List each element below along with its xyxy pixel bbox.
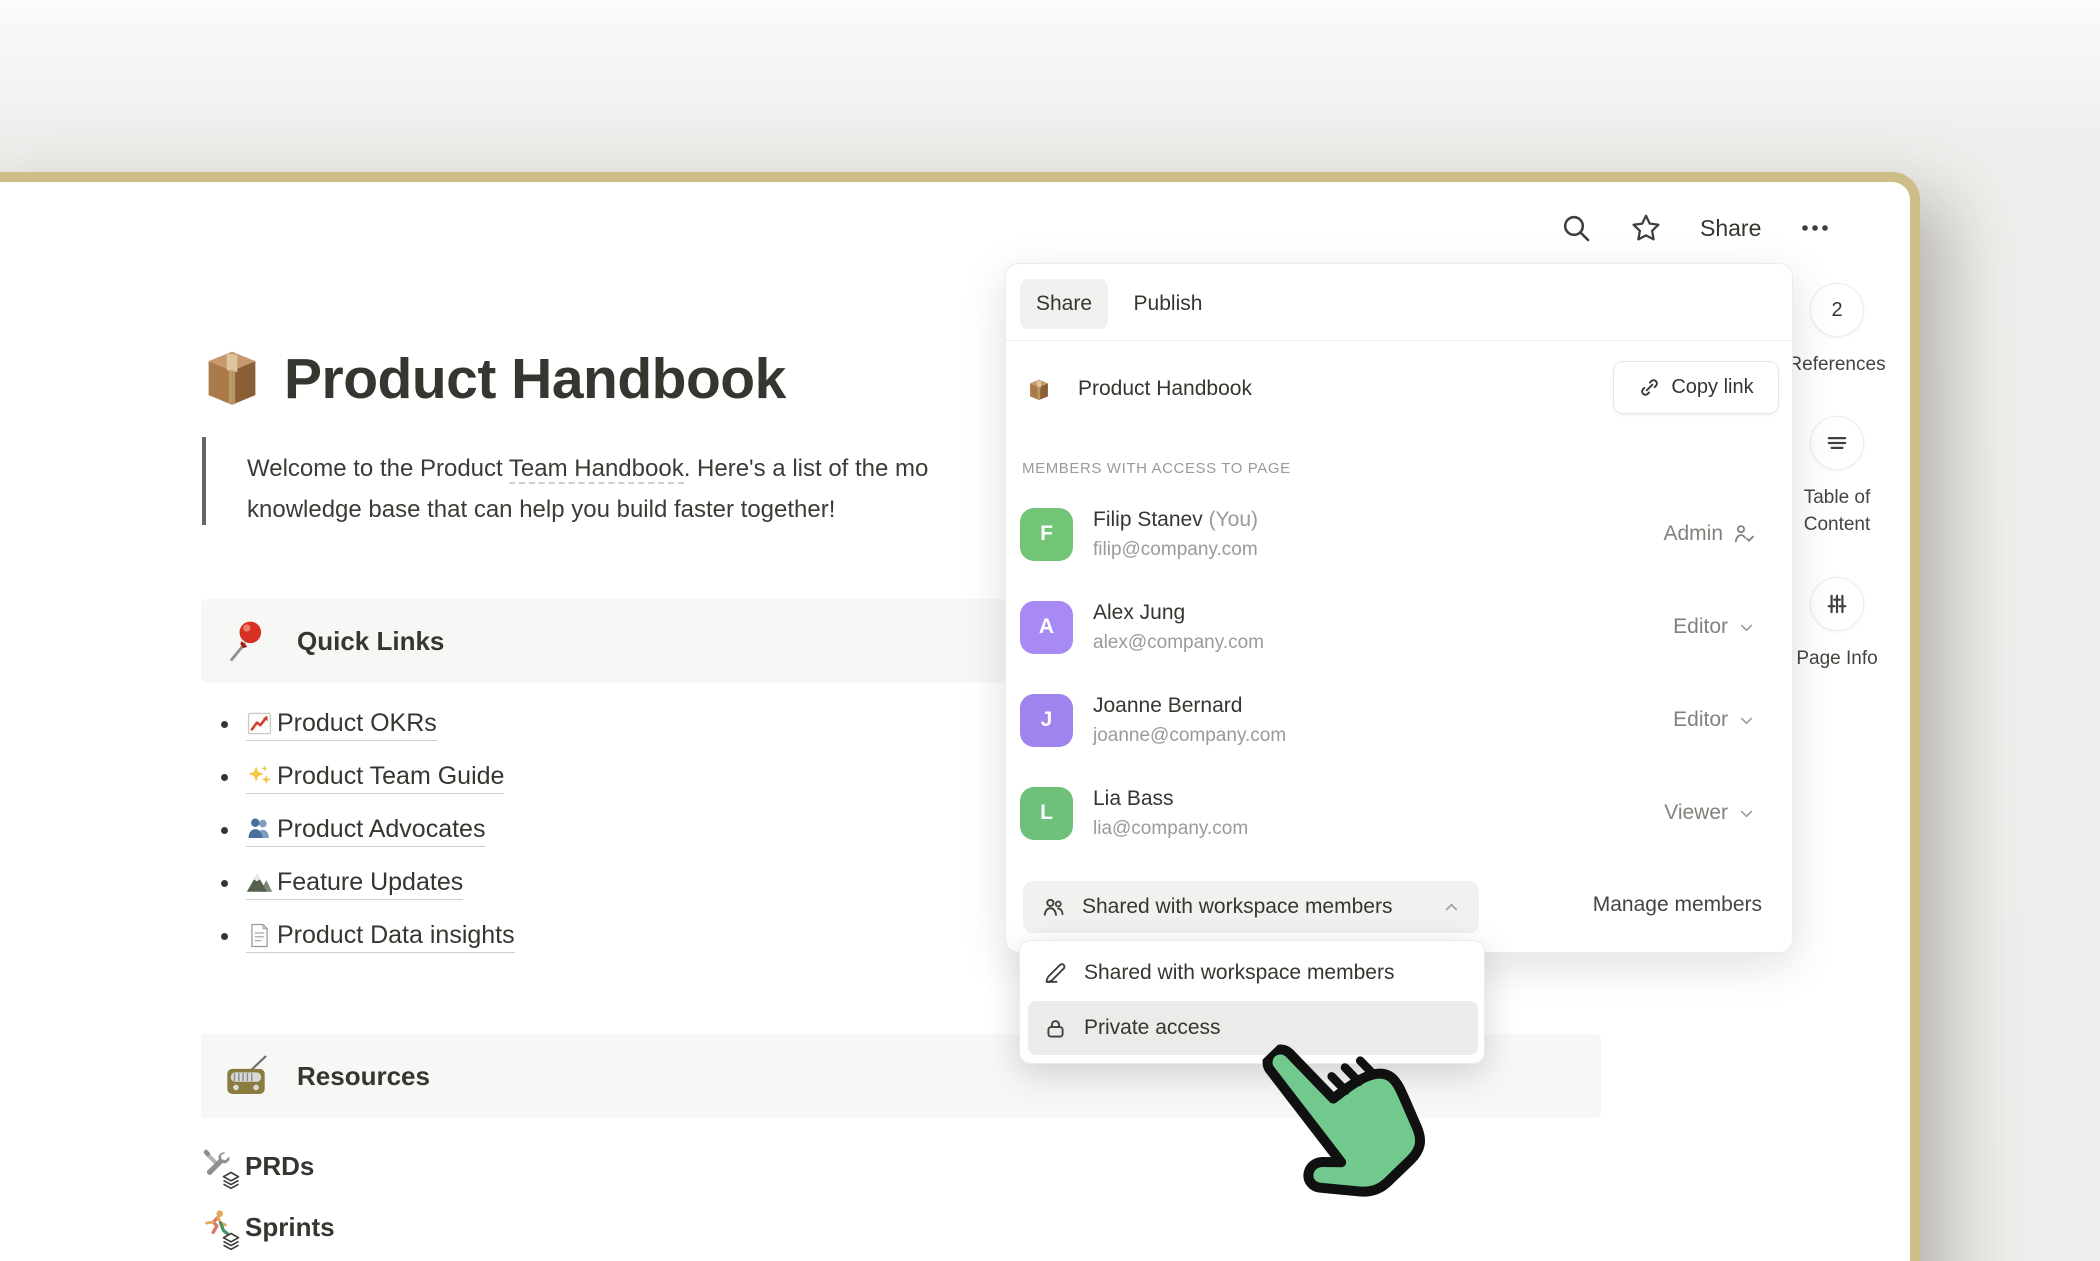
layers-badge-icon [221,1231,241,1251]
dialog-page-name: Product Handbook [1078,377,1252,401]
lock-icon [1043,1016,1068,1041]
copy-link-button[interactable]: Copy link [1613,361,1779,414]
list-item: Product Team Guide [201,751,515,804]
package-emoji [198,341,266,411]
member-name: Alex Jung [1093,601,1673,625]
dialog-page-row: Product Handbook [1026,376,1252,402]
avatar: F [1020,508,1073,561]
list-item: Feature Updates [201,857,515,910]
person-check-icon [1732,522,1756,546]
page-info-widget: Page Info [1782,577,1892,672]
tab-share[interactable]: Share [1020,279,1108,329]
list-item: Product Data insights [201,910,515,963]
pushpin-emoji [223,618,269,664]
member-row-alex: A Alex Jung alex@company.com Editor [1020,587,1780,667]
avatar: A [1020,601,1073,654]
sparkles-emoji [246,763,273,790]
references-widget: 2 References [1782,283,1892,378]
member-email: lia@company.com [1093,818,1664,840]
role-admin: Admin [1663,522,1756,546]
table-of-content-label: Table of Content [1782,484,1892,538]
link-product-team-guide[interactable]: Product Team Guide [246,762,504,794]
page-info-button[interactable] [1810,577,1864,631]
page-title: Product Handbook [284,346,786,412]
quote-bar [202,437,206,525]
member-email: alex@company.com [1093,632,1673,654]
table-of-content-widget: Table of Content [1782,416,1892,538]
star-favorite-icon[interactable] [1630,212,1662,244]
menu-item-private-access[interactable]: Private access [1028,1001,1478,1055]
database-link-prds[interactable]: PRDs [201,1143,314,1189]
member-row-filip: F Filip Stanev (You) filip@company.com A… [1020,494,1780,574]
link-product-data-insights[interactable]: Product Data insights [246,921,515,953]
chart-increasing-emoji [246,710,273,737]
quick-links-list: Product OKRs Product Team Guide Product … [201,698,515,963]
list-item: Product Advocates [201,804,515,857]
avatar: J [1020,694,1073,747]
avatar: L [1020,787,1073,840]
share-dialog: Share Publish Product Handbook Copy link… [1005,263,1793,953]
member-name: Joanne Bernard [1093,694,1673,718]
people-icon [1041,895,1066,920]
table-of-content-icon [1824,430,1850,456]
list-item: Product OKRs [201,698,515,751]
link-feature-updates[interactable]: Feature Updates [246,868,463,900]
member-email: joanne@company.com [1093,725,1673,747]
tab-publish[interactable]: Publish [1118,279,1218,329]
dialog-divider [1006,340,1792,341]
access-selector[interactable]: Shared with workspace members [1023,881,1479,933]
search-icon[interactable] [1560,212,1592,244]
chevron-down-icon [1737,804,1756,823]
member-name: Filip Stanev (You) [1093,508,1663,532]
link-product-advocates[interactable]: Product Advocates [246,815,485,847]
sliders-icon [1824,591,1850,617]
link-icon [1638,376,1661,399]
share-button[interactable]: Share [1700,215,1761,242]
role-dropdown[interactable]: Viewer [1664,801,1756,825]
members-section-header: MEMBERS WITH ACCESS TO PAGE [1022,460,1291,477]
role-dropdown[interactable]: Editor [1673,708,1756,732]
mountain-emoji [246,869,273,896]
link-product-okrs[interactable]: Product OKRs [246,709,437,741]
references-label: References [1782,351,1892,378]
references-count-button[interactable]: 2 [1810,283,1864,337]
busts-in-silhouette-emoji [246,816,273,843]
chevron-up-icon [1442,898,1461,917]
package-emoji [1026,376,1052,402]
member-email: filip@company.com [1093,539,1663,561]
member-row-joanne: J Joanne Bernard joanne@company.com Edit… [1020,680,1780,760]
radio-emoji [223,1053,269,1099]
chevron-down-icon [1737,618,1756,637]
menu-item-shared-with-workspace[interactable]: Shared with workspace members [1028,950,1478,996]
quick-links-title: Quick Links [297,626,444,657]
role-dropdown[interactable]: Editor [1673,615,1756,639]
page-emoji [246,922,273,949]
resources-title: Resources [297,1061,430,1092]
layers-badge-icon [221,1170,241,1190]
database-link-sprints[interactable]: Sprints [201,1204,335,1250]
manage-members-button[interactable]: Manage members [1593,893,1762,917]
page-info-label: Page Info [1782,645,1892,672]
table-of-content-button[interactable] [1810,416,1864,470]
pen-icon [1043,961,1068,986]
member-row-lia: L Lia Bass lia@company.com Viewer [1020,773,1780,853]
chevron-down-icon [1737,711,1756,730]
team-handbook-link[interactable]: Team Handbook [509,455,684,484]
access-dropdown-menu: Shared with workspace members Private ac… [1019,940,1485,1064]
more-options-icon[interactable] [1799,212,1831,244]
member-name: Lia Bass [1093,787,1664,811]
screenshot-canvas: Share 2 References Table of Content Page… [0,0,2100,1261]
page-toolbar: Share [1560,204,1860,252]
